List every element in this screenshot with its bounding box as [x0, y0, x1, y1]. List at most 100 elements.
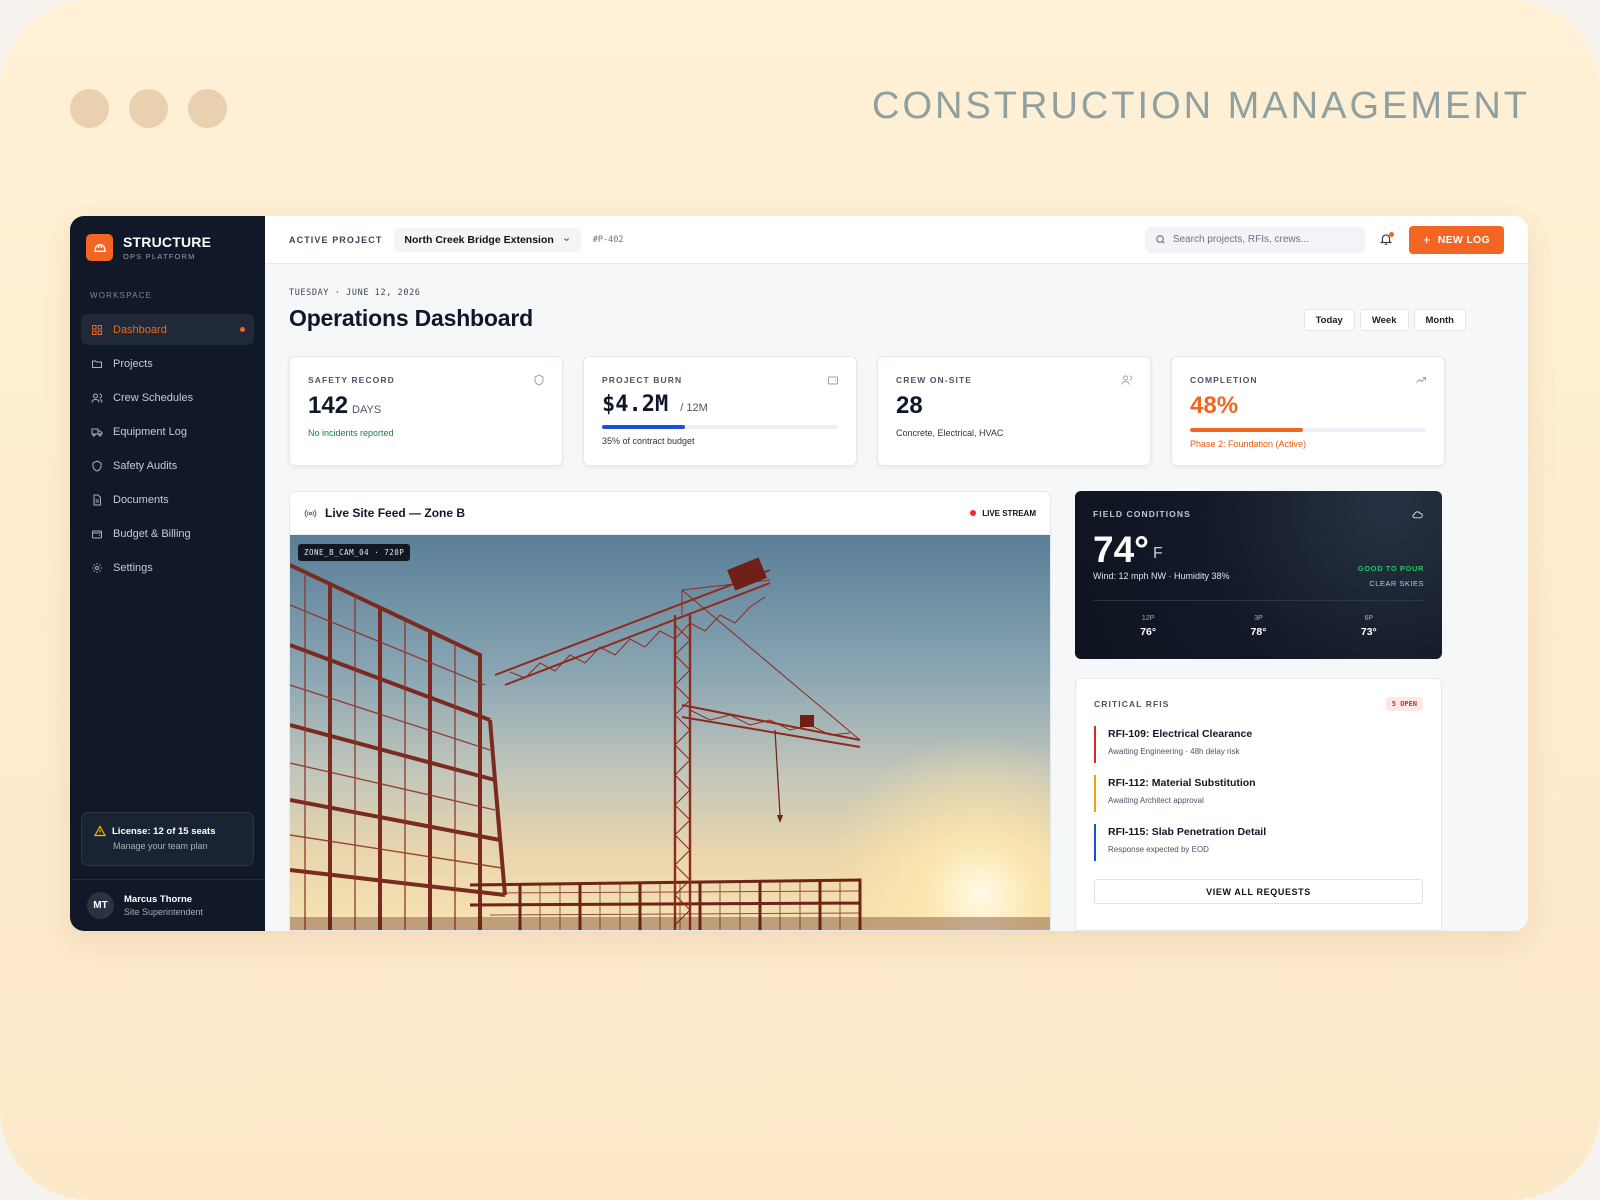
- completion-progress-fill: [1190, 428, 1304, 432]
- weather-label: FIELD CONDITIONS: [1093, 509, 1191, 519]
- forecast-time: 12P: [1141, 615, 1155, 622]
- range-month-button[interactable]: Month: [1413, 309, 1466, 331]
- window-dots: [70, 89, 227, 128]
- shield-icon: [92, 459, 102, 472]
- wallet-icon: [92, 530, 102, 538]
- live-site-feed: Live Site Feed — Zone B LIVE STREAM ZONE…: [289, 491, 1051, 931]
- kpi-subtext: 35% of contract budget: [602, 436, 695, 446]
- shield-icon: [534, 374, 544, 386]
- rfis-label: CRITICAL RFIS: [1094, 699, 1170, 709]
- kpi-subtext: Concrete, Electrical, HVAC: [896, 428, 1004, 438]
- rfi-item[interactable]: RFI-109: Electrical Clearance Awaiting E…: [1094, 726, 1423, 763]
- kpi-label: SAFETY RECORD: [308, 375, 395, 385]
- workspace-label: WORKSPACE: [90, 291, 153, 300]
- kpi-project-burn[interactable]: PROJECT BURN $4.2M / 12M 35% of contract…: [583, 356, 857, 466]
- window-dot: [188, 89, 227, 128]
- pour-status-label: GOOD TO POUR: [1357, 564, 1424, 573]
- truck-icon: [91, 428, 103, 436]
- sidebar-item-budget-billing[interactable]: Budget & Billing: [81, 518, 254, 549]
- notifications-bell[interactable]: [1379, 231, 1395, 248]
- project-select[interactable]: North Creek Bridge Extension: [394, 227, 581, 252]
- kpi-value-row: 48%: [1190, 392, 1426, 420]
- forecast-item: 12P 76°: [1093, 601, 1203, 638]
- broadcast-icon: [304, 508, 317, 518]
- grid-icon: [92, 324, 102, 335]
- cloud-icon: [1412, 511, 1423, 519]
- brand[interactable]: STRUCTURE OPS PLATFORM: [70, 216, 265, 279]
- page-title: Operations Dashboard: [289, 305, 533, 331]
- sidebar-item-label: Dashboard: [113, 323, 167, 336]
- camera-video[interactable]: ZONE_B_CAM_04 · 720P: [290, 535, 1050, 930]
- license-title-row: License: 12 of 15 seats: [94, 825, 241, 837]
- completion-progress-bar: [1190, 428, 1426, 432]
- users-icon: [91, 393, 103, 403]
- budget-progress-bar: [602, 425, 838, 429]
- forecast-item: 3P 78°: [1203, 601, 1313, 638]
- new-log-button[interactable]: + NEW LOG: [1408, 225, 1504, 254]
- kpi-unit: / 12M: [680, 402, 708, 414]
- trending-up-icon: [1416, 377, 1426, 383]
- document-icon: [93, 494, 101, 505]
- budget-progress-fill: [602, 425, 685, 429]
- rfi-title: RFI-115: Slab Penetration Detail: [1108, 826, 1267, 838]
- hard-hat-icon: [86, 234, 113, 261]
- license-title: License: 12 of 15 seats: [112, 825, 216, 837]
- sidebar-nav: Dashboard Projects Crew Schedules Equipm…: [70, 314, 265, 583]
- range-week-button[interactable]: Week: [1359, 309, 1409, 331]
- forecast-temp: 76°: [1140, 626, 1157, 638]
- brand-subtitle: OPS PLATFORM: [123, 252, 196, 261]
- notification-dot: [1388, 231, 1394, 237]
- live-dot: [970, 510, 977, 516]
- kpi-subtext: Phase 2: Foundation (Active): [1190, 439, 1307, 449]
- kpi-label: CREW ON-SITE: [896, 375, 973, 385]
- kpi-completion[interactable]: COMPLETION 48% Phase 2: Foundation (Acti…: [1171, 356, 1445, 466]
- kpi-label: COMPLETION: [1190, 375, 1258, 385]
- camera-tag: ZONE_B_CAM_04 · 720P: [298, 544, 411, 561]
- kpi-value-row: $4.2M / 12M: [602, 392, 838, 417]
- weather-unit: F: [1152, 545, 1163, 562]
- critical-rfis-card: CRITICAL RFIS 5 OPEN RFI-109: Electrical…: [1075, 678, 1442, 931]
- kpi-row: SAFETY RECORD 142 DAYS No incidents repo…: [289, 356, 1445, 466]
- sidebar-item-dashboard[interactable]: Dashboard: [81, 314, 254, 345]
- kpi-value: 48%: [1190, 392, 1239, 419]
- kpi-safety-record[interactable]: SAFETY RECORD 142 DAYS No incidents repo…: [289, 356, 563, 466]
- sidebar-item-settings[interactable]: Settings: [81, 552, 254, 583]
- forecast-time: 6P: [1364, 615, 1374, 622]
- sidebar-item-label: Crew Schedules: [113, 391, 194, 404]
- brand-name: STRUCTURE: [123, 234, 212, 250]
- search-input[interactable]: Search projects, RFIs, crews...: [1144, 226, 1365, 253]
- sidebar-item-label: Documents: [113, 493, 169, 506]
- sidebar-item-label: Safety Audits: [113, 459, 178, 472]
- construction-site-image: [290, 535, 1050, 930]
- app-window: STRUCTURE OPS PLATFORM WORKSPACE Dashboa…: [70, 216, 1528, 931]
- rfi-item[interactable]: RFI-112: Material Substitution Awaiting …: [1094, 775, 1423, 812]
- forecast-temp: 78°: [1250, 626, 1267, 638]
- live-stream-badge[interactable]: LIVE STREAM: [970, 509, 1036, 518]
- kpi-value-row: 28: [896, 392, 1132, 420]
- sidebar-item-documents[interactable]: Documents: [81, 484, 254, 515]
- sidebar-item-safety-audits[interactable]: Safety Audits: [81, 450, 254, 481]
- current-date: TUESDAY · JUNE 12, 2026: [289, 288, 421, 298]
- view-all-requests-button[interactable]: VIEW ALL REQUESTS: [1094, 879, 1423, 904]
- sidebar-item-projects[interactable]: Projects: [81, 348, 254, 379]
- sidebar-item-equipment-log[interactable]: Equipment Log: [81, 416, 254, 447]
- kpi-value-row: 142 DAYS: [308, 392, 544, 420]
- sidebar-item-crew-schedules[interactable]: Crew Schedules: [81, 382, 254, 413]
- user-role: Site Superintendent: [124, 907, 204, 917]
- warning-icon: [94, 825, 106, 837]
- forecast-item: 6P 73°: [1314, 601, 1424, 638]
- rfi-item[interactable]: RFI-115: Slab Penetration Detail Respons…: [1094, 824, 1423, 861]
- feed-header: Live Site Feed — Zone B LIVE STREAM: [290, 492, 1050, 535]
- kpi-crew-on-site[interactable]: CREW ON-SITE 28 Concrete, Electrical, HV…: [877, 356, 1151, 466]
- main-content: ACTIVE PROJECT North Creek Bridge Extens…: [265, 216, 1528, 931]
- weather-temp: 74°: [1093, 529, 1149, 570]
- open-count-badge: 5 OPEN: [1385, 697, 1423, 711]
- range-today-button[interactable]: Today: [1303, 309, 1355, 331]
- user-profile[interactable]: MT Marcus Thorne Site Superintendent: [70, 879, 265, 931]
- rfi-status: Awaiting Engineering · 48h delay risk: [1108, 747, 1240, 756]
- license-card[interactable]: License: 12 of 15 seats Manage your team…: [81, 812, 254, 866]
- field-conditions-card: FIELD CONDITIONS 74° F Wind: 12 mph NW ·…: [1075, 491, 1442, 659]
- rfi-title: RFI-109: Electrical Clearance: [1108, 728, 1253, 740]
- rfis-header: CRITICAL RFIS 5 OPEN: [1094, 697, 1423, 711]
- new-log-label: NEW LOG: [1437, 233, 1490, 246]
